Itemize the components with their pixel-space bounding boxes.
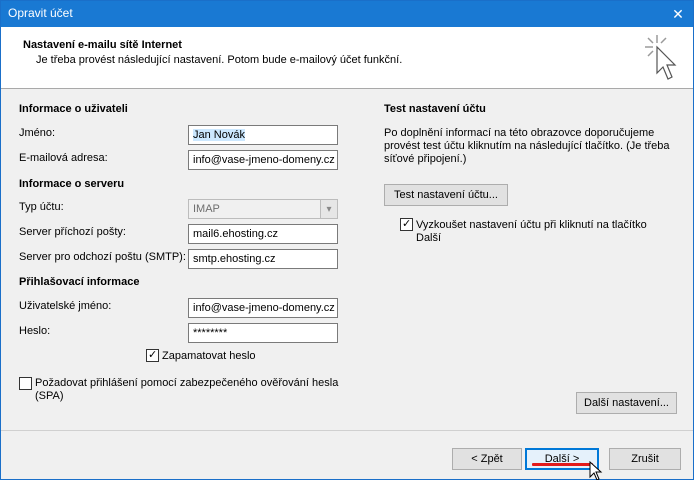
form-content: Informace o uživateli Jméno: Jan Novák E… xyxy=(1,90,693,430)
incoming-server-label: Server příchozí pošty: xyxy=(19,226,126,238)
username-input[interactable]: info@vase-jmeno-domeny.cz xyxy=(188,298,338,318)
test-desc-line2: provést test účtu kliknutím na následují… xyxy=(384,140,670,152)
test-desc-line3: síťové připojení.) xyxy=(384,153,467,165)
login-info-heading: Přihlašovací informace xyxy=(19,276,140,288)
wizard-header: Nastavení e-mailu sítě Internet Je třeba… xyxy=(1,27,693,89)
chevron-down-icon: ▾ xyxy=(320,200,337,218)
window-title: Opravit účet xyxy=(8,6,73,20)
title-bar: Opravit účet ✕ xyxy=(1,1,693,27)
auto-test-checkbox[interactable]: ✓ xyxy=(400,218,413,231)
name-value: Jan Novák xyxy=(193,129,245,141)
remember-password-label: Zapamatovat heslo xyxy=(162,350,256,362)
username-label: Uživatelské jméno: xyxy=(19,300,112,312)
repair-account-dialog: Opravit účet ✕ Nastavení e-mailu sítě In… xyxy=(0,0,694,480)
auto-test-label-line1: Vyzkoušet nastavení účtu při kliknutí na… xyxy=(416,219,647,231)
outgoing-server-input[interactable]: smtp.ehosting.cz xyxy=(188,249,338,269)
close-icon[interactable]: ✕ xyxy=(663,1,693,27)
test-desc-line1: Po doplnění informací na této obrazovce … xyxy=(384,127,655,139)
account-type-select: IMAP ▾ xyxy=(188,199,338,219)
account-type-value: IMAP xyxy=(193,203,220,215)
outgoing-server-label: Server pro odchozí poštu (SMTP): xyxy=(19,251,186,263)
header-subtitle: Je třeba provést následující nastavení. … xyxy=(36,54,403,66)
spa-label-line2: (SPA) xyxy=(35,390,64,402)
remember-password-checkbox[interactable]: ✓ xyxy=(146,349,159,362)
highlight-underline xyxy=(532,463,593,466)
checkmark-icon: ✓ xyxy=(148,349,158,361)
email-label: E-mailová adresa: xyxy=(19,152,108,164)
name-input[interactable]: Jan Novák xyxy=(188,125,338,145)
test-settings-heading: Test nastavení účtu xyxy=(384,103,486,115)
next-button[interactable]: Další > xyxy=(525,448,599,470)
auto-test-label-line2: Další xyxy=(416,232,442,244)
incoming-server-input[interactable]: mail6.ehosting.cz xyxy=(188,224,338,244)
password-input[interactable]: ******** xyxy=(188,323,338,343)
checkmark-icon: ✓ xyxy=(402,218,412,230)
back-button[interactable]: < Zpět xyxy=(452,448,522,470)
header-title: Nastavení e-mailu sítě Internet xyxy=(23,39,182,51)
test-account-button[interactable]: Test nastavení účtu... xyxy=(384,184,508,206)
spa-label-line1: Požadovat přihlášení pomocí zabezpečenéh… xyxy=(35,377,339,389)
mouse-cursor-icon xyxy=(589,461,603,480)
more-settings-button[interactable]: Další nastavení... xyxy=(576,392,677,414)
spa-checkbox[interactable] xyxy=(19,377,32,390)
password-label: Heslo: xyxy=(19,325,51,337)
server-info-heading: Informace o serveru xyxy=(19,178,125,190)
account-type-label: Typ účtu: xyxy=(19,201,64,213)
mouse-pointer-sparkle-icon xyxy=(645,35,677,80)
user-info-heading: Informace o uživateli xyxy=(19,103,128,115)
name-label: Jméno: xyxy=(19,127,56,139)
cancel-button[interactable]: Zrušit xyxy=(609,448,681,470)
email-input[interactable]: info@vase-jmeno-domeny.cz xyxy=(188,150,338,170)
